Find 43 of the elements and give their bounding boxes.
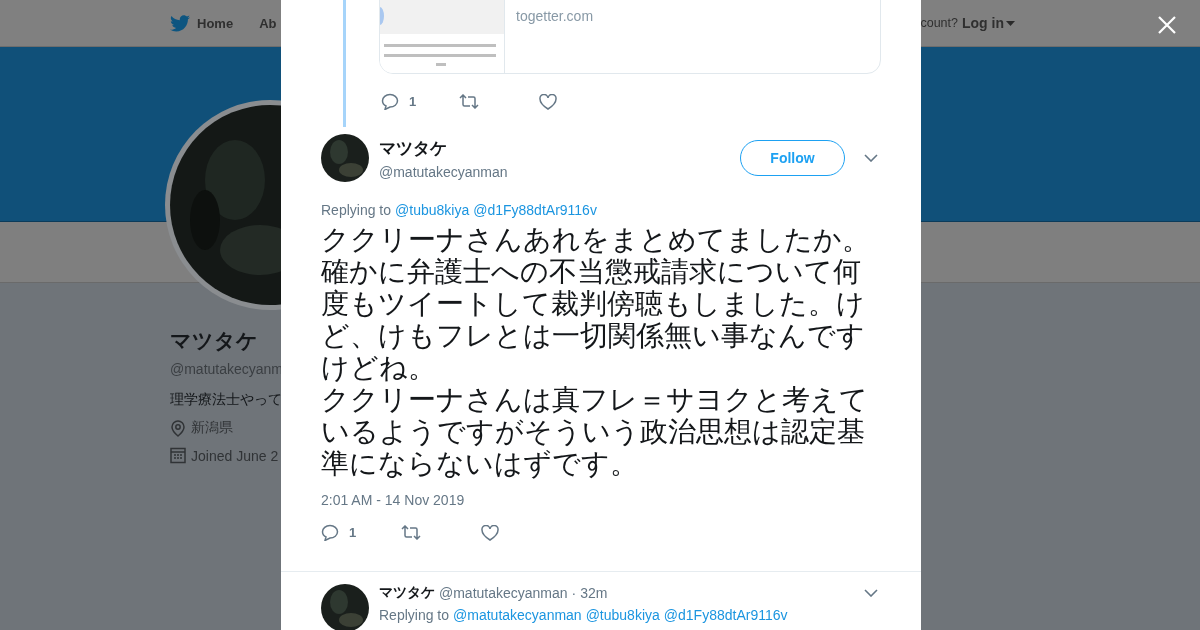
reply-icon bbox=[321, 524, 339, 541]
location-pin-icon bbox=[170, 419, 186, 437]
mention-link[interactable]: @matutakecyanman bbox=[453, 607, 582, 623]
replying-label: Replying to bbox=[321, 202, 392, 218]
author-name: マツタケ bbox=[379, 584, 435, 602]
replying-label: Replying to bbox=[379, 607, 450, 623]
heart-icon bbox=[481, 524, 499, 541]
chevron-down-icon[interactable] bbox=[864, 154, 878, 162]
profile-bio: 理学療法士やって bbox=[170, 391, 281, 409]
close-icon bbox=[1158, 16, 1176, 34]
reply-icon bbox=[381, 93, 399, 110]
tweet-timestamp: 2:01 AM - 14 Nov 2019 bbox=[321, 492, 466, 508]
profile-name: マツタケ bbox=[170, 328, 259, 354]
tweet-text: ククリーナさんは真フレ＝サヨクと考えているようですがそういう政治思想は認定基準にならないはずです。 bbox=[321, 384, 869, 480]
login-link[interactable]: Log in bbox=[962, 15, 1015, 31]
calendar-icon bbox=[170, 447, 186, 464]
heart-icon bbox=[539, 93, 557, 110]
home-link[interactable]: Home bbox=[170, 14, 234, 32]
link-card[interactable]: togetter.com bbox=[379, 0, 881, 74]
bird-icon bbox=[170, 14, 190, 32]
account-prompt: count? bbox=[920, 16, 958, 30]
chevron-down-icon[interactable] bbox=[864, 589, 878, 597]
author-name: マツタケ bbox=[379, 137, 448, 160]
caret-icon bbox=[1006, 20, 1015, 26]
mention-link[interactable]: @d1Fy88dtAr9116v bbox=[473, 202, 597, 218]
follow-button[interactable]: Follow bbox=[740, 140, 845, 176]
mention-link[interactable]: @d1Fy88dtAr9116v bbox=[663, 607, 788, 623]
tweet-text: 確かに弁護士への不当懲戒請求について何度もツイートして裁判傍聴もしました。けど、けもフレとは一切関係無い事なんですけどね。 bbox=[321, 256, 866, 384]
profile-joined: Joined June 2 bbox=[191, 447, 279, 464]
retweet-icon bbox=[401, 525, 421, 540]
reply-button[interactable]: 1 bbox=[381, 93, 459, 110]
mention-link[interactable]: @tubu8kiya bbox=[585, 607, 660, 623]
nav-link[interactable]: Ab bbox=[259, 15, 277, 31]
author-handle: @matutakecyanman bbox=[439, 585, 568, 601]
author-handle: @matutakecyanman bbox=[379, 163, 508, 180]
profile-location: 新潟県 bbox=[191, 419, 233, 437]
tweet-text: ククリーナさんあれをまとめてましたか。 bbox=[321, 224, 871, 256]
card-domain: togetter.com bbox=[515, 7, 595, 26]
retweet-icon bbox=[459, 94, 479, 109]
tweet-time: · 32m bbox=[571, 585, 608, 601]
close-button[interactable] bbox=[1156, 14, 1178, 36]
reply-button[interactable]: 1 bbox=[321, 524, 401, 541]
mention-link[interactable]: @tubu8kiya bbox=[395, 202, 470, 218]
